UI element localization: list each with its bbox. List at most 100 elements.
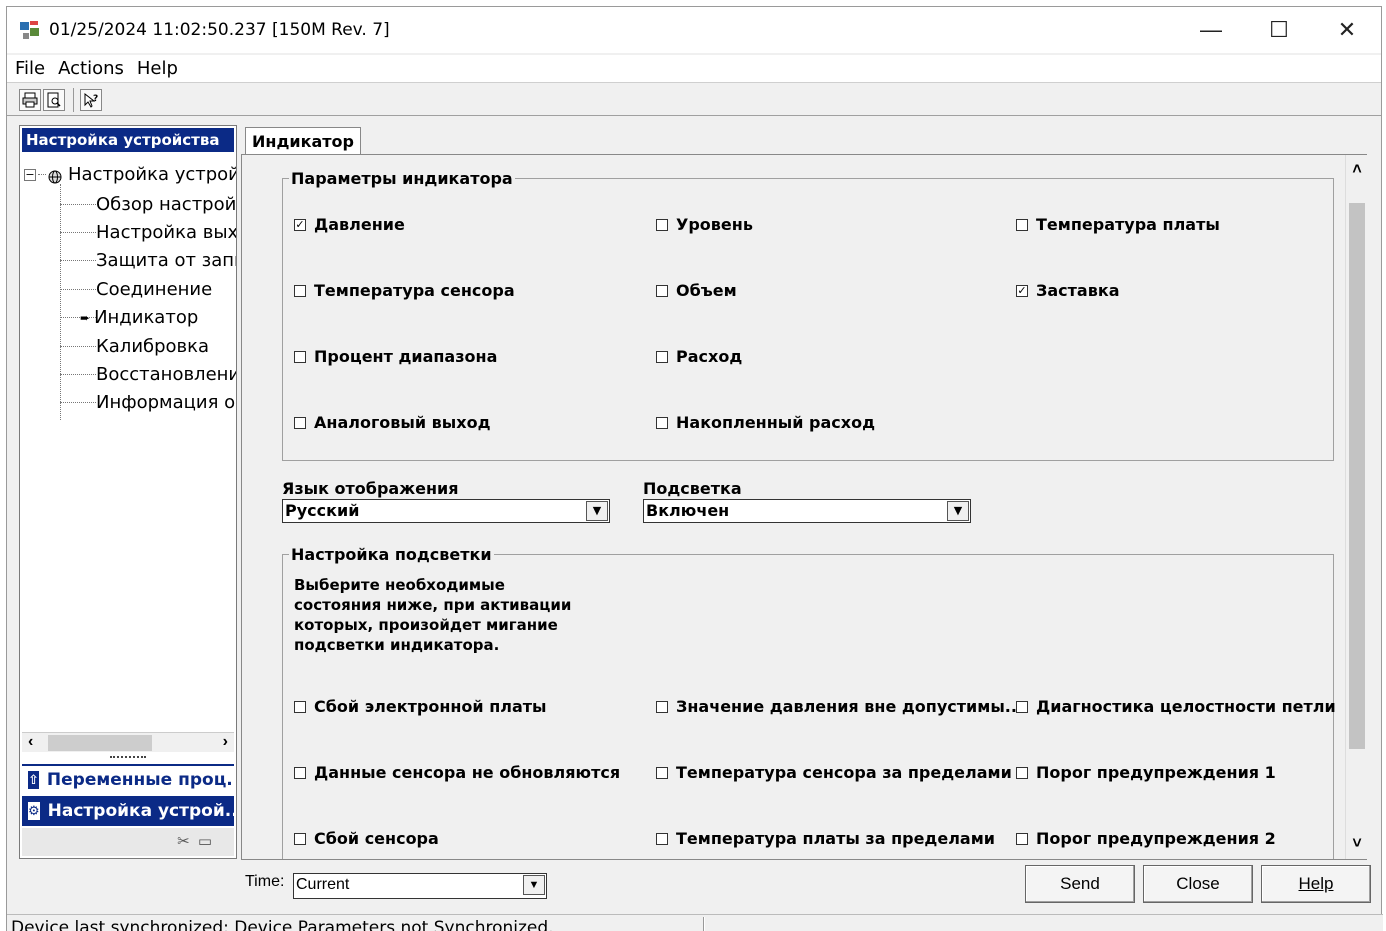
device-setup-button[interactable]: ⚙ Настройка устрой... [22,796,234,826]
tab-display[interactable]: Индикатор [245,127,361,155]
tree-item-restore[interactable]: Восстановление/ [60,364,236,385]
tree-item-label: Соединение [96,279,213,300]
checkbox-box[interactable] [294,700,306,713]
checkbox-box[interactable] [294,766,306,779]
minimize-button[interactable]: — [1177,7,1245,53]
scroll-up-icon[interactable]: ˄ [1346,155,1368,185]
checkbox-label: Диагностика целостности петли [1036,697,1336,716]
checkbox-board-temp-out[interactable]: Температура платы за пределами [656,829,995,848]
language-select[interactable]: Русский ▼ [282,499,610,523]
tree-item-write-protect[interactable]: Защита от записи [60,250,236,271]
checkbox-totalized-flow[interactable]: Накопленный расход [656,413,875,432]
scrollbar-thumb[interactable] [1349,203,1365,749]
chevron-down-icon[interactable]: ▼ [586,501,608,521]
menu-help[interactable]: Help [137,58,178,79]
checkbox-sensor-temp-out[interactable]: Температура сенсора за пределами [656,763,1012,782]
checkbox-box[interactable] [656,766,668,779]
checkbox-level[interactable]: Уровень [656,215,753,234]
checkbox-box[interactable] [294,416,306,429]
nav-options-bar: ✂ ▭ [22,828,234,856]
checkbox-label: Давление [314,215,405,234]
checkbox-alert-threshold-1[interactable]: Порог предупреждения 1 [1016,763,1276,782]
checkbox-box[interactable] [1016,700,1028,713]
maximize-button[interactable]: ☐ [1245,7,1313,53]
menu-bar: File Actions Help [7,55,1381,83]
scrollbar-thumb[interactable] [48,735,152,751]
display-settings-panel: Параметры индикатора ✓ Давление Уровень … [241,154,1367,860]
checkbox-pressure[interactable]: ✓ Давление [294,215,405,234]
checkbox-box[interactable]: ✓ [294,218,306,231]
scroll-left-icon[interactable]: ‹ [28,733,33,751]
checkbox-alert-threshold-2[interactable]: Порог предупреждения 2 [1016,829,1276,848]
checkbox-box[interactable] [656,218,668,231]
tree-item-overview[interactable]: Обзор настройки [60,194,236,215]
checkbox-splash-screen[interactable]: ✓ Заставка [1016,281,1120,300]
send-button[interactable]: Send [1025,865,1135,903]
checkbox-sensor-failure[interactable]: Сбой сенсора [294,829,439,848]
close-button[interactable]: Close [1143,865,1253,903]
context-help-icon[interactable]: ? [80,88,102,111]
tree-line [60,204,96,205]
menu-actions[interactable]: Actions [58,58,124,79]
tools-icon[interactable]: ✂ [177,833,190,850]
backlight-select[interactable]: Включен ▼ [643,499,971,523]
checkbox-box[interactable] [656,700,668,713]
print-icon[interactable] [19,88,41,111]
checkbox-analog-output[interactable]: Аналоговый выход [294,413,491,432]
tree-item-connection[interactable]: Соединение [60,279,212,300]
checkbox-board-temperature[interactable]: Температура платы [1016,215,1220,234]
chevron-down-icon[interactable]: ▼ [523,875,545,895]
checkbox-sensor-temperature[interactable]: Температура сенсора [294,281,515,300]
checkbox-board-failure[interactable]: Сбой электронной платы [294,697,547,716]
tree-item-info[interactable]: Информация об [60,392,236,413]
checkbox-box[interactable] [294,350,306,363]
checkbox-label: Накопленный расход [676,413,875,432]
content-vertical-scrollbar[interactable]: ˄ ˅ [1345,155,1367,859]
print-preview-icon[interactable] [43,88,65,111]
time-value: Current [296,876,350,893]
checkbox-box[interactable] [656,284,668,297]
process-variables-label: Переменные проц... [46,770,234,790]
checkbox-box[interactable] [656,350,668,363]
close-window-button[interactable]: ✕ [1313,7,1381,53]
checkbox-label: Процент диапазона [314,347,498,366]
checkbox-label: Объем [676,281,737,300]
checkbox-box[interactable] [1016,832,1028,845]
checkbox-box[interactable] [656,416,668,429]
scroll-down-icon[interactable]: ˅ [1346,829,1368,859]
checkbox-label: Сбой сенсора [314,829,439,848]
process-variables-button[interactable]: ⇧ Переменные проц... [22,764,234,794]
backlight-label: Подсветка [643,479,742,498]
checkbox-label: Порог предупреждения 1 [1036,763,1276,782]
checkbox-sensor-not-updating[interactable]: Данные сенсора не обновляются [294,763,620,782]
folder-icon[interactable]: ▭ [198,833,212,850]
tree-root[interactable]: − Настройка устройства [24,164,236,185]
chevron-down-icon[interactable]: ▼ [947,501,969,521]
checkbox-label: Температура платы [1036,215,1220,234]
checkbox-box[interactable] [656,832,668,845]
collapse-icon[interactable]: − [24,168,36,181]
checkbox-flow[interactable]: Расход [656,347,742,366]
checkbox-box[interactable] [1016,766,1028,779]
scroll-right-icon[interactable]: › [223,733,228,751]
checkbox-percent-range[interactable]: Процент диапазона [294,347,497,366]
tree-item-calibration[interactable]: Калибровка [60,336,209,357]
sync-status-text: Device last synchronized: Device Paramet… [11,918,554,931]
checkbox-box[interactable] [294,832,306,845]
checkbox-box[interactable] [1016,218,1028,231]
time-select[interactable]: Current ▼ [293,873,547,899]
checkbox-box[interactable]: ✓ [1016,284,1028,297]
checkbox-pressure-out-of-limits[interactable]: Значение давления вне допустимы... [656,697,1023,716]
checkbox-box[interactable] [294,284,306,297]
toolbar: ? [7,84,1381,116]
backlight-description: Выберите необходимые состояния ниже, при… [294,576,572,654]
tree-item-display[interactable]: ➨ Индикатор [60,307,198,328]
checkbox-label: Температура сенсора [314,281,515,300]
tree-horizontal-scrollbar[interactable]: ‹ › [22,732,234,752]
menu-file[interactable]: File [15,58,45,79]
help-button[interactable]: Help [1261,865,1371,903]
splitter-grip[interactable] [110,756,146,758]
tree-item-output-setup[interactable]: Настройка выхода [60,222,236,243]
checkbox-volume[interactable]: Объем [656,281,737,300]
checkbox-loop-integrity[interactable]: Диагностика целостности петли [1016,697,1336,716]
